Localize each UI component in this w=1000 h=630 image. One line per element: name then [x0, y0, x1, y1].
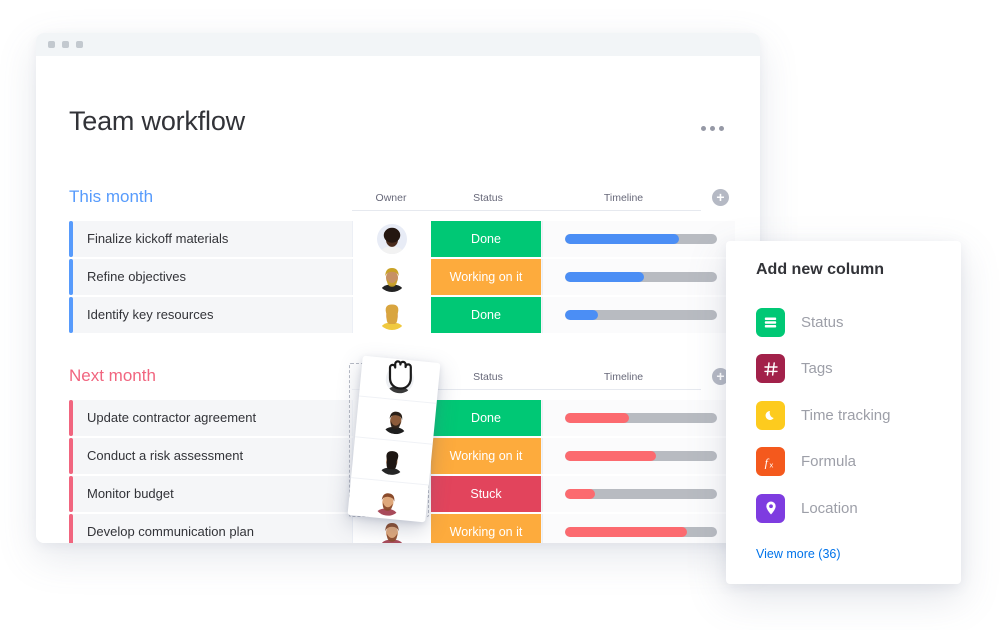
cell-timeline[interactable]: [542, 514, 736, 543]
group-title-next-month[interactable]: Next month: [69, 366, 156, 386]
grab-hand-cursor-icon: [383, 355, 417, 391]
header-divider: [352, 210, 701, 211]
column-type-item-formula[interactable]: f x Formula: [756, 439, 936, 486]
table-row[interactable]: Identify key resources Done: [69, 297, 760, 335]
column-type-label: Status: [801, 313, 844, 331]
status-badge[interactable]: Working on it: [431, 438, 541, 474]
cell-timeline[interactable]: [542, 400, 736, 436]
column-type-label: Location: [801, 499, 858, 517]
row-accent-bar: [69, 297, 73, 333]
cell-timeline[interactable]: [542, 221, 736, 257]
column-header-timeline-2[interactable]: Timeline: [546, 371, 701, 383]
task-name: Identify key resources: [87, 307, 214, 322]
add-new-column-panel: Add new column Status Tags Time tracking…: [726, 241, 961, 584]
timeline-track: [565, 234, 717, 244]
task-name: Refine objectives: [87, 269, 186, 284]
hash-icon: [756, 354, 785, 384]
avatar-man-red-beard: [372, 486, 404, 517]
column-type-item-time-tracking[interactable]: Time tracking: [756, 392, 936, 439]
avatar-woman-dark: [376, 445, 408, 477]
table-row[interactable]: Refine objectives Working on it: [69, 259, 760, 297]
task-name: Develop communication plan: [87, 524, 254, 539]
task-name: Conduct a risk assessment: [87, 448, 244, 463]
svg-text:x: x: [769, 460, 773, 469]
avatar-man-beard[interactable]: [377, 262, 407, 292]
timeline-progress: [565, 489, 596, 499]
dragged-owner-cell: [347, 478, 428, 525]
row-accent-bar: [69, 438, 73, 474]
row-accent-bar: [69, 221, 73, 257]
status-badge[interactable]: Working on it: [431, 514, 541, 543]
group-title-this-month[interactable]: This month: [69, 187, 153, 207]
column-type-label: Formula: [801, 453, 857, 471]
avatar-man-bald-beard: [380, 404, 412, 436]
view-more-link[interactable]: View more (36): [756, 547, 841, 561]
moon-icon: [756, 400, 785, 430]
timeline-progress: [565, 234, 679, 244]
row-accent-bar: [69, 514, 73, 543]
timeline-progress: [565, 272, 645, 282]
minimize-dot-icon[interactable]: [62, 41, 69, 48]
column-header-status[interactable]: Status: [433, 192, 543, 204]
row-separator: [69, 333, 729, 335]
cell-timeline[interactable]: [542, 438, 736, 474]
avatar-woman-blonde[interactable]: [377, 300, 407, 330]
column-type-list: Status Tags Time tracking f x Formula Lo…: [756, 299, 936, 532]
timeline-progress: [565, 413, 629, 423]
cell-owner[interactable]: [352, 221, 432, 257]
column-type-item-status[interactable]: Status: [756, 299, 936, 346]
page-title: Team workflow: [69, 106, 245, 136]
timeline-progress: [565, 451, 657, 461]
task-name: Update contractor agreement: [87, 410, 257, 425]
window-titlebar: [36, 33, 760, 56]
timeline-track: [565, 413, 717, 423]
row-accent-bar: [69, 259, 73, 295]
status-badge[interactable]: Done: [431, 297, 541, 333]
column-type-label: Time tracking: [801, 406, 891, 424]
avatar-woman-dark-hair[interactable]: [377, 224, 407, 254]
window-controls: [48, 41, 83, 48]
table-row[interactable]: Finalize kickoff materials Done: [69, 221, 760, 259]
timeline-track: [565, 272, 717, 282]
cell-timeline[interactable]: [542, 259, 736, 295]
fx-icon: f x: [756, 447, 785, 477]
column-type-label: Tags: [801, 360, 833, 378]
cell-owner[interactable]: [352, 259, 432, 295]
row-accent-bar: [69, 476, 73, 512]
column-type-item-location[interactable]: Location: [756, 485, 936, 532]
pin-icon: [756, 493, 785, 523]
timeline-track: [565, 451, 717, 461]
add-column-plus-icon[interactable]: +: [712, 189, 729, 206]
task-name: Monitor budget: [87, 486, 174, 501]
task-name: Finalize kickoff materials: [87, 231, 229, 246]
row-accent-bar: [69, 400, 73, 436]
cell-timeline[interactable]: [542, 476, 736, 512]
column-header-timeline[interactable]: Timeline: [546, 192, 701, 204]
timeline-track: [565, 527, 717, 537]
column-type-item-tags[interactable]: Tags: [756, 346, 936, 393]
status-badge[interactable]: Done: [431, 221, 541, 257]
timeline-progress: [565, 527, 687, 537]
board-overflow-menu-icon[interactable]: [701, 126, 724, 131]
status-badge[interactable]: Working on it: [431, 259, 541, 295]
status-badge[interactable]: Done: [431, 400, 541, 436]
status-bars-icon: [756, 307, 785, 337]
cell-owner[interactable]: [352, 297, 432, 333]
column-header-status-2[interactable]: Status: [433, 371, 543, 383]
panel-title: Add new column: [756, 261, 884, 278]
maximize-dot-icon[interactable]: [76, 41, 83, 48]
timeline-track: [565, 489, 717, 499]
column-header-owner[interactable]: Owner: [352, 192, 430, 204]
status-badge[interactable]: Stuck: [431, 476, 541, 512]
timeline-track: [565, 310, 717, 320]
timeline-progress: [565, 310, 599, 320]
close-dot-icon[interactable]: [48, 41, 55, 48]
cell-timeline[interactable]: [542, 297, 736, 333]
